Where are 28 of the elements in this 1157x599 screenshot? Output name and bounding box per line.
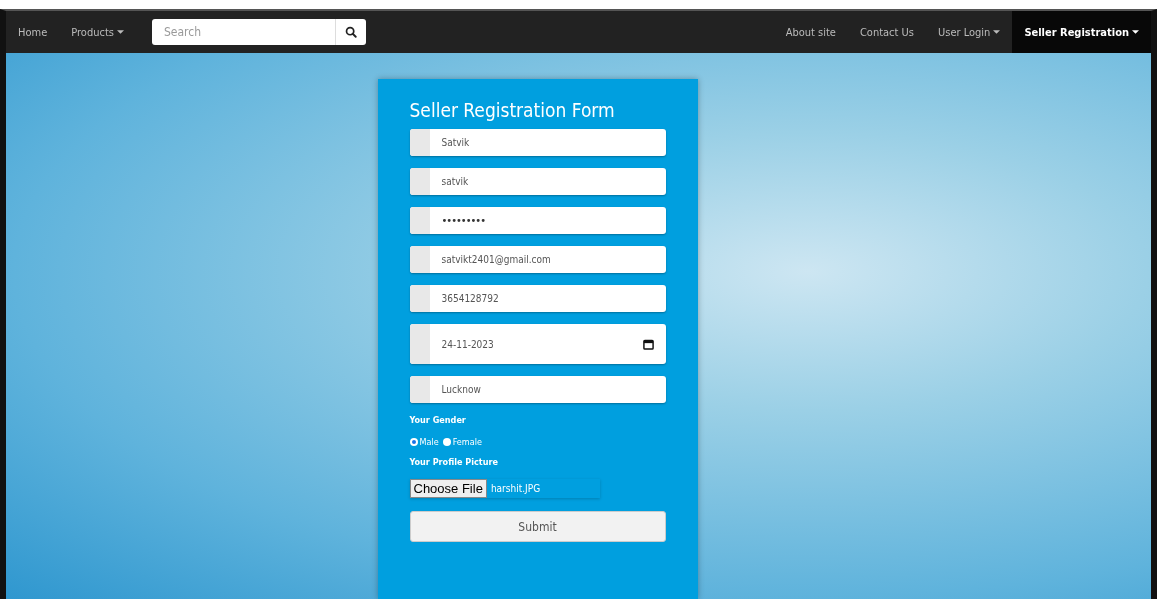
caret-icon [1132, 30, 1139, 34]
radio-button[interactable] [409, 438, 418, 446]
nav-link[interactable]: About site [773, 11, 848, 53]
radio-button[interactable] [442, 438, 451, 446]
nav-link[interactable]: User Login [926, 11, 1013, 53]
search-field[interactable]: Search [151, 19, 335, 45]
submit-button[interactable]: Submit [409, 511, 666, 542]
input-field[interactable]: ••••••••• [409, 207, 666, 234]
nav-link[interactable]: Home [6, 11, 60, 53]
input-field[interactable]: satvik [409, 168, 666, 195]
caret-icon [116, 30, 124, 34]
form-title: Seller Registration Form [409, 99, 616, 121]
input-field[interactable]: satvikt2401@gmail.com [409, 246, 666, 273]
nav-link[interactable]: Contact Us [847, 11, 926, 53]
caret-icon [993, 30, 1001, 34]
input-field[interactable]: 3654128792 [409, 285, 666, 312]
search-icon [344, 26, 357, 38]
nav-link[interactable]: Products [59, 11, 136, 53]
input-field[interactable]: 24-11-2023 [409, 324, 666, 364]
choose-file-button[interactable]: Choose File [409, 479, 487, 498]
section-label: Your Profile Picture [409, 457, 499, 467]
search-button[interactable] [334, 19, 366, 45]
file-name: harshit.JPG [490, 483, 541, 494]
nav-link[interactable]: Seller Registration [1012, 11, 1151, 53]
section-label: Your Gender [409, 415, 467, 425]
input-field[interactable]: Lucknow [409, 376, 666, 403]
input-field[interactable]: Satvik [409, 129, 666, 156]
calendar-icon[interactable] [642, 338, 654, 350]
